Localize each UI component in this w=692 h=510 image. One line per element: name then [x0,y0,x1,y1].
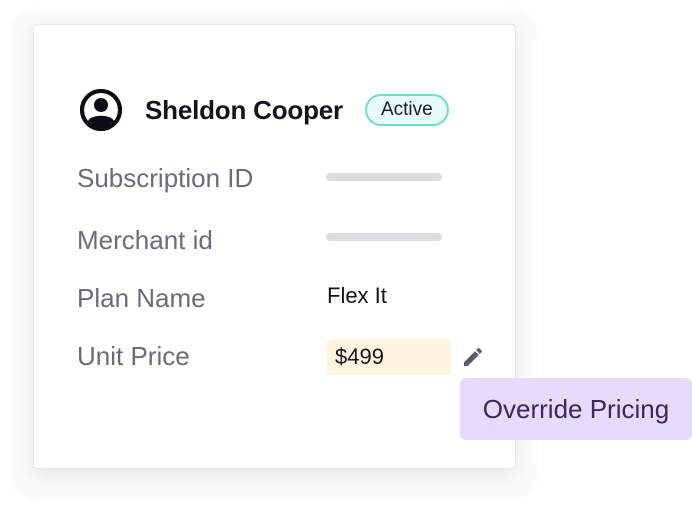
plan-name-label: Plan Name [77,283,206,313]
status-badge: Active [364,94,449,126]
unit-price-text: $499 [335,344,384,369]
unit-price-label: Unit Price [77,341,190,371]
plan-name-value: Flex It [327,283,387,308]
subscription-id-label: Subscription ID [77,163,254,193]
customer-header: Sheldon Cooper Active [80,88,449,132]
merchant-id-placeholder [326,233,442,241]
subscription-id-placeholder [326,173,442,181]
account-circle-icon [80,89,122,131]
override-pricing-tooltip[interactable]: Override Pricing [460,378,692,440]
subscription-card: Sheldon Cooper Active Subscription ID Me… [33,24,516,469]
merchant-id-label: Merchant id [77,225,213,255]
unit-price-value[interactable]: $499 [327,339,451,375]
pencil-icon[interactable] [461,345,485,369]
customer-name: Sheldon Cooper [145,94,343,125]
